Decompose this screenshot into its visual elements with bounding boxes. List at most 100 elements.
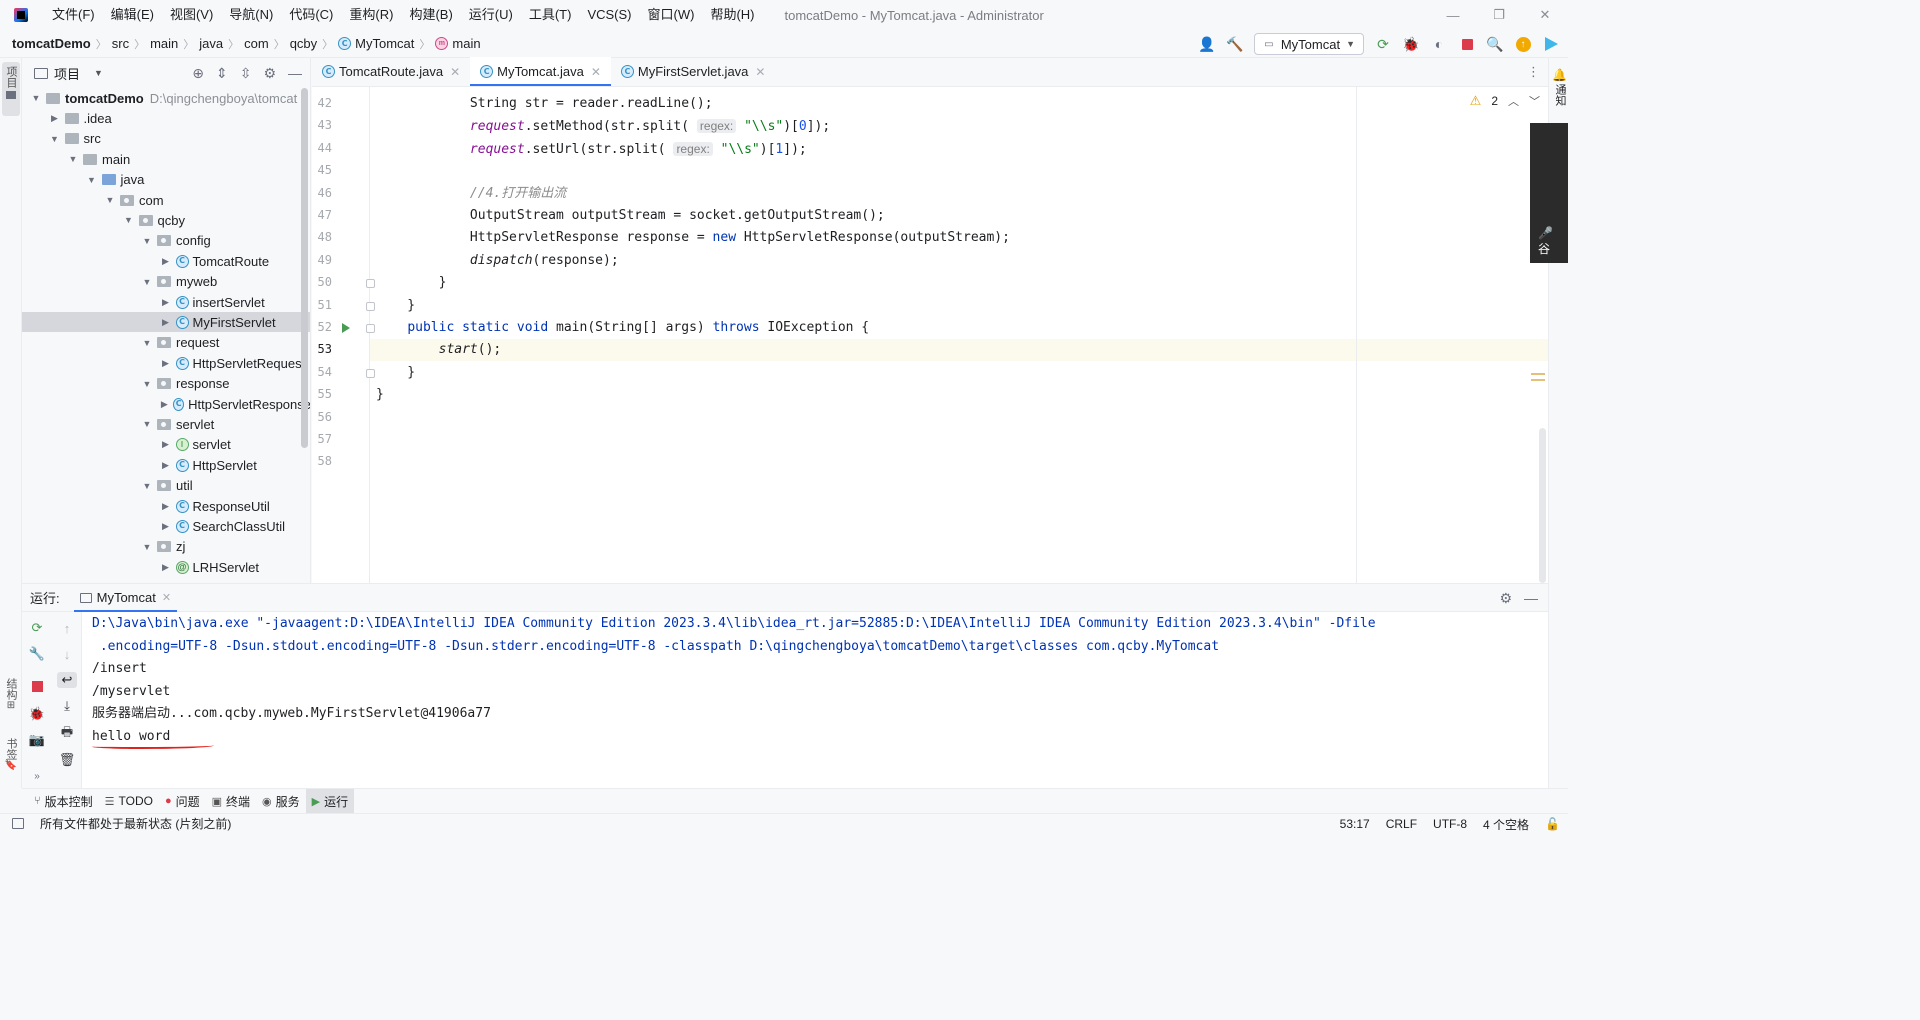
hide-panel-icon[interactable]: — [1524, 590, 1538, 606]
chevron-down-icon[interactable]: ▼ [123, 215, 135, 225]
minimize-button[interactable]: — [1430, 0, 1476, 30]
hide-panel-icon[interactable]: — [288, 65, 302, 81]
menu-item[interactable]: 编辑(E) [103, 0, 162, 30]
bottom-tab[interactable]: ◉ 服务 [256, 789, 306, 814]
collapse-all-icon[interactable]: ⇳ [240, 65, 252, 82]
indent-setting[interactable]: 4 个空格 [1483, 816, 1529, 833]
bottom-tab[interactable]: ☰ TODO [99, 789, 159, 814]
console-output[interactable]: D:\Java\bin\java.exe "-javaagent:D:\IDEA… [92, 612, 1548, 788]
tree-row[interactable]: ▶ C HttpServletRequest [22, 353, 310, 373]
close-icon[interactable]: ✕ [450, 65, 460, 79]
breadcrumb-item[interactable]: qcby [290, 36, 317, 51]
chevron-right-icon[interactable]: ▶ [160, 439, 172, 450]
chevron-right-icon[interactable]: ▶ [160, 358, 172, 369]
tree-row[interactable]: ▼ main [22, 149, 310, 169]
chevron-down-icon[interactable]: ▼ [141, 277, 153, 287]
update-icon[interactable]: ↑ [1514, 35, 1532, 53]
chevron-right-icon[interactable]: ▶ [160, 521, 172, 532]
tree-row[interactable]: ▼ qcby [22, 210, 310, 230]
bottom-tab[interactable]: ▶ 运行 [305, 788, 355, 814]
bottom-tab[interactable]: ▣ 终端 [206, 789, 256, 814]
tree-row[interactable]: ▼ java [22, 170, 310, 190]
close-icon[interactable]: ✕ [755, 65, 765, 79]
notifications-bell-icon[interactable]: 🔔 [1552, 68, 1567, 82]
caret-position[interactable]: 53:17 [1340, 817, 1370, 831]
breadcrumb-item[interactable]: main [150, 36, 178, 51]
menu-item[interactable]: 重构(R) [341, 0, 401, 30]
tree-row[interactable]: ▼ myweb [22, 272, 310, 292]
breadcrumb-item[interactable]: com [244, 36, 269, 51]
debug-bug-icon[interactable]: 🐞 [1402, 35, 1420, 53]
tree-row[interactable]: ▶ C ResponseUtil [22, 496, 310, 516]
rerun-icon[interactable]: ⟳ [29, 620, 45, 636]
tree-row[interactable]: ▶ C SearchClassUtil [22, 516, 310, 536]
menu-item[interactable]: 视图(V) [162, 0, 221, 30]
wrench-icon[interactable]: 🔧 [29, 646, 45, 662]
menu-item[interactable]: 文件(F) [44, 0, 103, 30]
menu-item[interactable]: 代码(C) [281, 0, 341, 30]
tree-row[interactable]: ▶ CinsertServlet [22, 292, 310, 312]
tree-row[interactable]: ▼ tomcatDemo D:\qingchengboya\tomcat [22, 88, 310, 108]
tree-row[interactable]: ▼ servlet [22, 414, 310, 434]
chevron-down-icon[interactable]: ▼ [141, 481, 153, 491]
close-icon[interactable]: ✕ [591, 65, 601, 79]
chevron-up-icon[interactable]: ︿ [1508, 93, 1519, 109]
locate-target-icon[interactable]: ⊕ [192, 65, 204, 82]
bottom-tab[interactable]: ⑂ 版本控制 [28, 789, 99, 814]
tree-row[interactable]: ▼ zj [22, 537, 310, 557]
project-tool-button[interactable]: 项目 [2, 62, 20, 116]
chevron-right-icon[interactable]: ▶ [160, 256, 172, 267]
editor-tab[interactable]: C TomcatRoute.java ✕ [312, 57, 470, 86]
gear-icon[interactable]: ⚙ [263, 65, 276, 82]
chevron-down-icon[interactable]: ▼ [141, 236, 153, 246]
tree-row[interactable]: ▼ request [22, 333, 310, 353]
breadcrumb-item[interactable]: java [199, 36, 223, 51]
editor-tab[interactable]: C MyFirstServlet.java ✕ [611, 57, 776, 86]
user-icon[interactable]: 👤 [1198, 35, 1216, 53]
chevron-right-icon[interactable]: ▶ [49, 113, 61, 124]
tree-row[interactable]: ▼ util [22, 476, 310, 496]
run-gutter-icon[interactable] [342, 323, 350, 333]
tree-row[interactable]: ▶ Iservlet [22, 435, 310, 455]
jetbrains-ai-icon[interactable] [1542, 35, 1560, 53]
scroll-to-end-icon[interactable]: ⤓ [59, 698, 75, 714]
toggle-tool-windows-icon[interactable] [12, 818, 24, 829]
run-config-selector[interactable]: ▭ MyTomcat ▼ [1253, 33, 1364, 55]
trash-icon[interactable]: 🗑 [59, 752, 76, 768]
more-chevron-icon[interactable]: » [29, 768, 45, 784]
close-icon[interactable]: ✕ [162, 591, 171, 604]
soft-wrap-icon[interactable]: ↩ [57, 672, 77, 688]
breadcrumb-item[interactable]: tomcatDemo [12, 36, 91, 51]
restore-button[interactable]: ❐ [1476, 0, 1522, 30]
chevron-down-icon[interactable]: ▼ [141, 542, 153, 552]
chevron-down-icon[interactable]: ▼ [104, 195, 116, 205]
project-scrollbar[interactable] [301, 88, 308, 448]
gear-icon[interactable]: ⚙ [1499, 590, 1512, 607]
chevron-down-icon[interactable]: ▼ [141, 419, 153, 429]
floating-widget[interactable]: 🎤 谷 [1530, 123, 1568, 263]
build-hammer-icon[interactable]: 🔨 [1226, 35, 1244, 53]
tree-row[interactable]: ▶ C HttpServletResponse [22, 394, 310, 414]
run-tab-mytomcat[interactable]: MyTomcat ✕ [73, 584, 178, 612]
menu-item[interactable]: 导航(N) [221, 0, 281, 30]
chevron-right-icon[interactable]: ▶ [160, 399, 170, 410]
more-options-icon[interactable]: ⋮ [1527, 64, 1540, 80]
expand-all-icon[interactable]: ⇕ [216, 65, 228, 82]
notifications-label[interactable]: 通知 [1552, 84, 1568, 106]
search-icon[interactable]: 🔍 [1486, 35, 1504, 53]
chevron-down-icon[interactable]: ▼ [141, 379, 153, 389]
camera-icon[interactable]: 📷 [29, 732, 45, 748]
bottom-tab[interactable]: ● 问题 [159, 789, 206, 814]
chevron-down-icon[interactable]: ▼ [94, 68, 103, 78]
breadcrumb-item[interactable]: src [112, 36, 129, 51]
inspection-widget[interactable]: ⚠ 2 ︿ ﹀ [1470, 93, 1540, 109]
file-encoding[interactable]: UTF-8 [1433, 817, 1467, 831]
tree-row[interactable]: ▶ .idea [22, 108, 310, 128]
chevron-down-icon[interactable]: ﹀ [1529, 93, 1540, 109]
tree-row[interactable]: ▼ com [22, 190, 310, 210]
breadcrumb-item[interactable]: C MyTomcat [338, 36, 414, 51]
chevron-down-icon[interactable]: ▼ [30, 93, 42, 103]
tree-row[interactable]: ▶ C MyFirstServlet [22, 312, 310, 333]
line-separator[interactable]: CRLF [1386, 817, 1417, 831]
stop-icon[interactable] [1458, 35, 1476, 53]
